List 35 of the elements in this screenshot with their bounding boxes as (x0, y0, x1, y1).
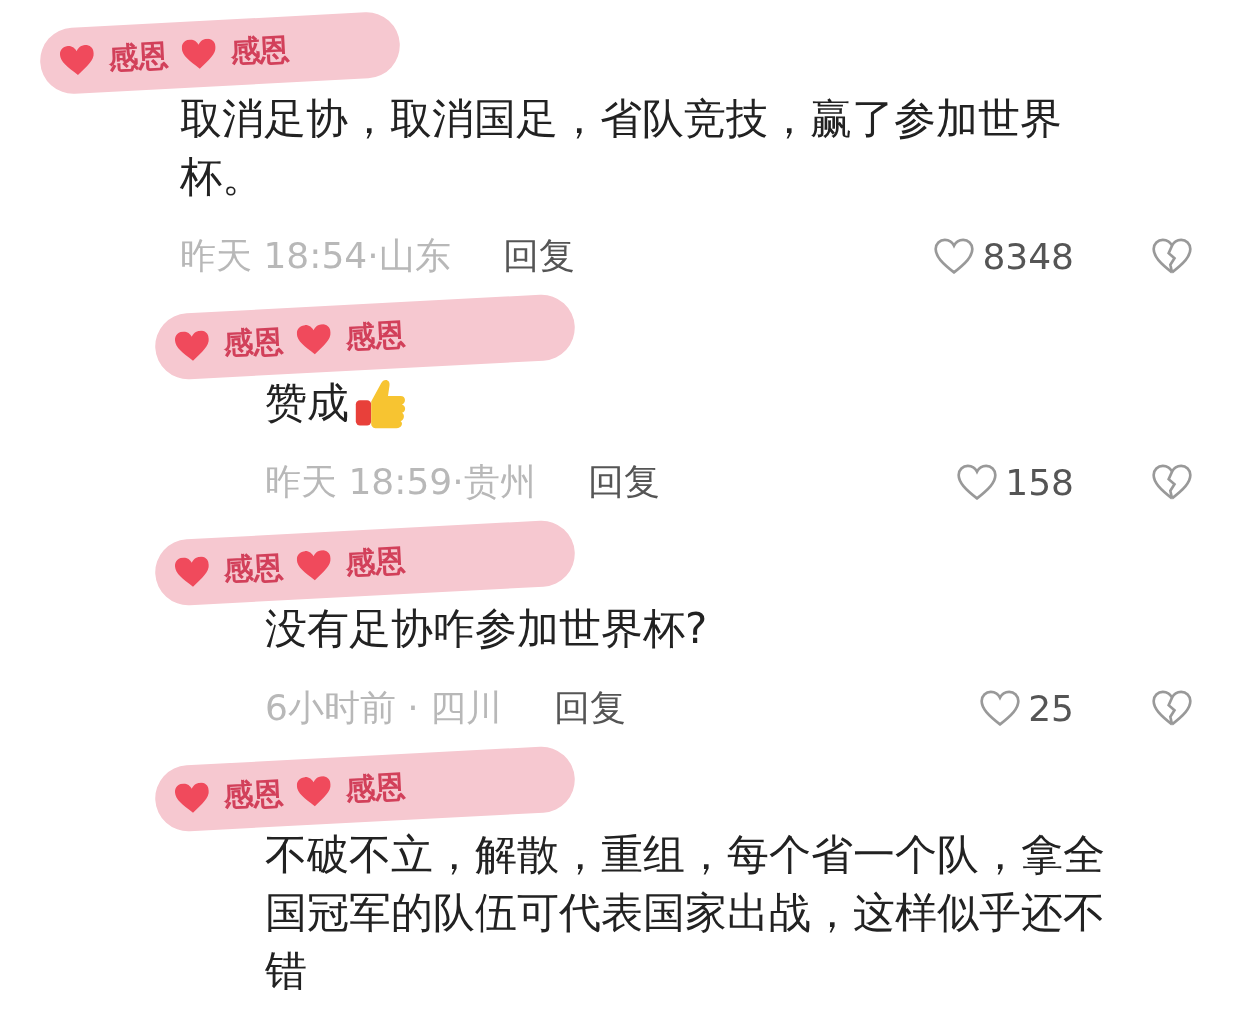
sticker-text: 感恩 (222, 773, 285, 815)
heart-sticker-icon (296, 323, 332, 357)
heart-sticker-icon (174, 781, 210, 815)
comment-time: 昨天 18:59·贵州 (265, 459, 536, 504)
broken-heart-icon[interactable] (1152, 689, 1192, 727)
sticker-text: 感恩 (228, 29, 291, 71)
heart-sticker-icon (296, 549, 332, 583)
like-count: 8348 (982, 235, 1074, 277)
broken-heart-icon[interactable] (1152, 237, 1192, 275)
sticker-text: 感恩 (222, 547, 285, 589)
heart-sticker-icon (174, 329, 210, 363)
heart-icon[interactable] (957, 463, 998, 501)
comment-time: 昨天 18:54·山东 (180, 233, 451, 278)
sticker-text: 感恩 (343, 315, 406, 357)
sticker-text: 感恩 (343, 767, 406, 809)
sticker-text: 感恩 (107, 36, 170, 78)
reply-link[interactable]: 回复 (587, 457, 660, 507)
heart-sticker-icon (174, 555, 210, 589)
sticker-text: 感恩 (222, 321, 285, 363)
heart-icon[interactable] (980, 689, 1021, 727)
like-count: 158 (1005, 461, 1074, 503)
comment-time: 6小时前 · 四川 (265, 685, 503, 730)
reply-link[interactable]: 回复 (554, 683, 627, 733)
heart-icon[interactable] (934, 237, 975, 275)
comment-text: 赞成 (265, 377, 349, 429)
like-count: 25 (1028, 687, 1074, 729)
broken-heart-icon[interactable] (1152, 463, 1192, 501)
reply-link[interactable]: 回复 (502, 231, 575, 281)
comment-text: 不破不立，解散，重组，每个省一个队，拿全国冠军的队伍可代表国家出战，这样似乎还不错 (265, 829, 1106, 997)
heart-sticker-icon (296, 775, 332, 809)
comment-text: 没有足协咋参加世界杯? (265, 603, 708, 655)
comment-text: 取消足协，取消国足，省队竞技，赢了参加世界杯。 (180, 93, 1063, 203)
sticker-text: 感恩 (343, 541, 406, 583)
heart-sticker-icon (59, 44, 95, 77)
heart-sticker-icon (181, 37, 217, 71)
